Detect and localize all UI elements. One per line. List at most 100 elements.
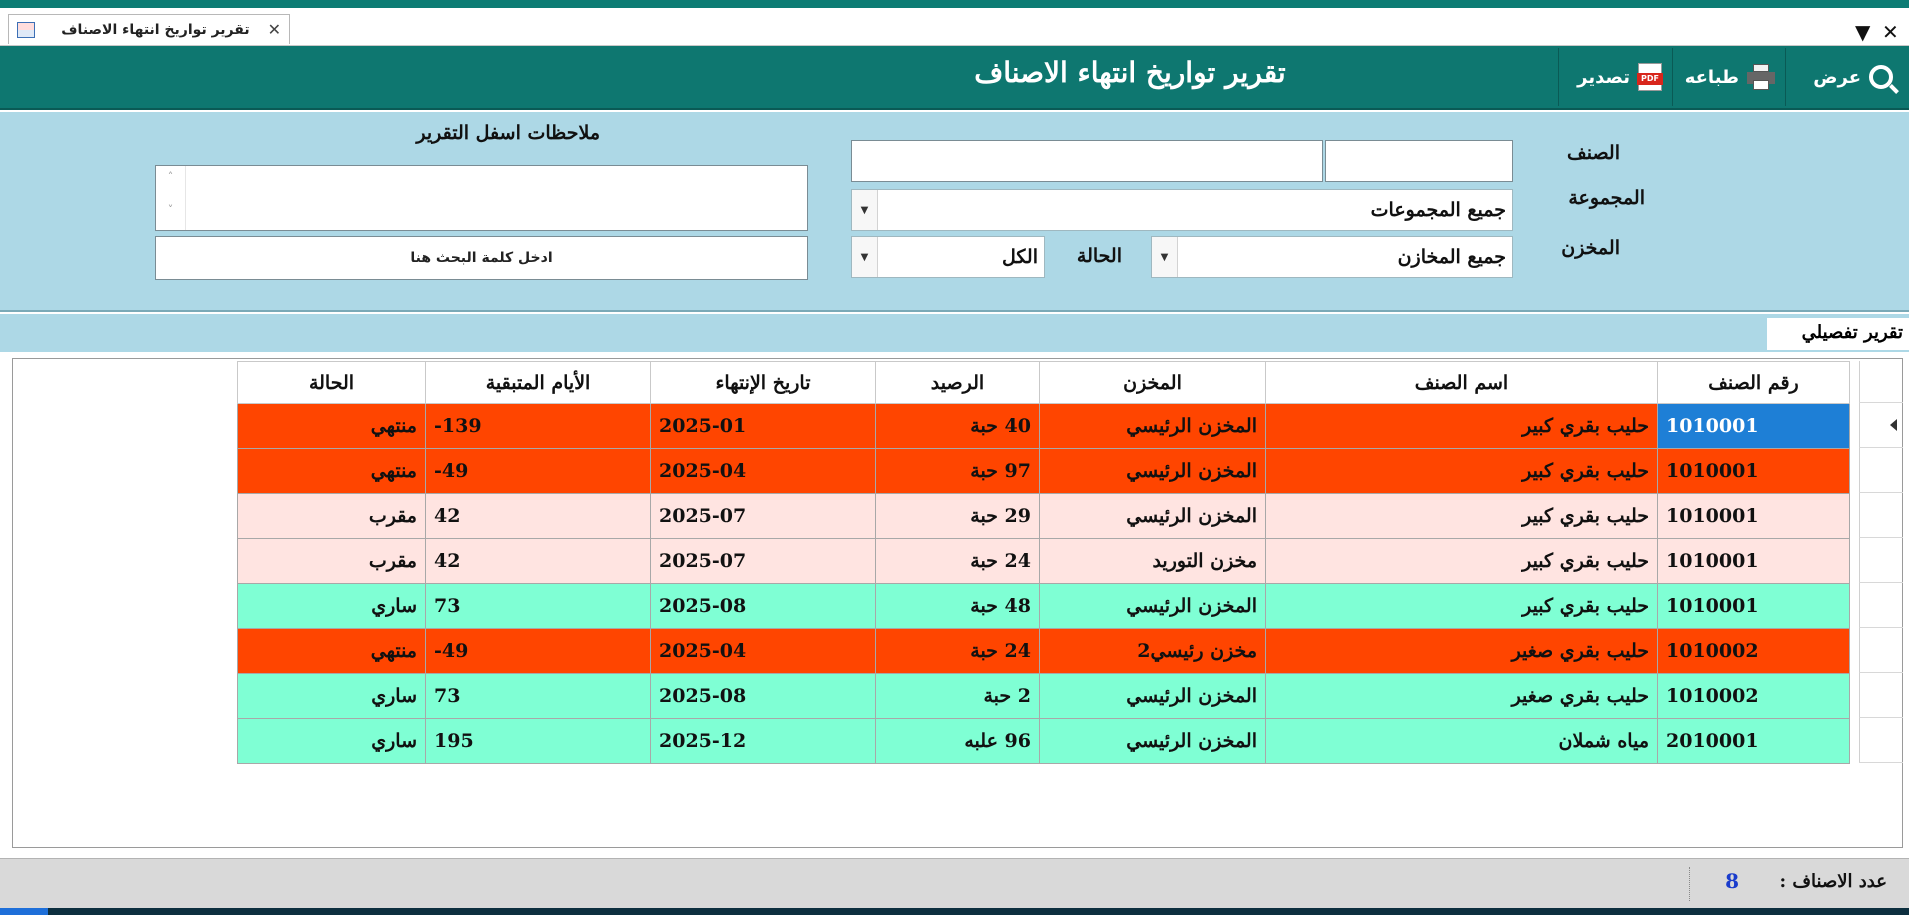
cell-status[interactable]: مقرب	[237, 538, 426, 584]
cell-store[interactable]: المخزن الرئيسي	[1039, 448, 1266, 494]
cell-store[interactable]: مخزن رئيسي2	[1039, 628, 1266, 674]
cell-store[interactable]: المخزن الرئيسي	[1039, 583, 1266, 629]
group-select[interactable]: ▼ جميع المجموعات	[851, 189, 1513, 231]
cell-status[interactable]: ساري	[237, 718, 426, 764]
cell-item-code[interactable]: 1010001	[1657, 403, 1850, 449]
cell-balance[interactable]: 48 حبة	[875, 583, 1040, 629]
table-row[interactable]: 1010002 حليب بقري صغير مخزن رئيسي2 24 حبة 20…	[237, 628, 1850, 674]
cell-balance[interactable]: 97 حبة	[875, 448, 1040, 494]
table-row[interactable]: 1010001 حليب بقري كبير المخزن الرئيسي 48 حب…	[237, 583, 1850, 629]
cell-store[interactable]: المخزن الرئيسي	[1039, 403, 1266, 449]
cell-balance[interactable]: 40 حبة	[875, 403, 1040, 449]
cell-expiry-date[interactable]: 2025-08	[650, 583, 876, 629]
row-header[interactable]	[1859, 493, 1903, 538]
cell-remaining-days[interactable]: 195	[425, 718, 651, 764]
cell-remaining-days[interactable]: 73	[425, 583, 651, 629]
row-header[interactable]	[1859, 628, 1903, 673]
view-button-label: عرض	[1813, 66, 1861, 88]
cell-status[interactable]: منتهي	[237, 628, 426, 674]
export-pdf-button[interactable]: PDF تصدير	[1558, 48, 1672, 106]
item-code-input[interactable]	[1325, 140, 1513, 182]
cell-remaining-days[interactable]: 49-	[425, 448, 651, 494]
cell-balance[interactable]: 29 حبة	[875, 493, 1040, 539]
cell-store[interactable]: مخزن التوريد	[1039, 538, 1266, 584]
cell-remaining-days[interactable]: 42	[425, 538, 651, 584]
cell-store[interactable]: المخزن الرئيسي	[1039, 673, 1266, 719]
row-header[interactable]	[1859, 673, 1903, 718]
cell-item-name[interactable]: حليب بقري كبير	[1265, 493, 1658, 539]
chevron-down-icon[interactable]: ▼	[852, 237, 878, 277]
cell-remaining-days[interactable]: 73	[425, 673, 651, 719]
chevron-down-icon[interactable]: ▼	[852, 190, 878, 230]
cell-item-code[interactable]: 1010001	[1657, 583, 1850, 629]
document-tab[interactable]: تقرير تواريخ انتهاء الاصناف ✕	[8, 14, 290, 44]
column-header-store[interactable]: المخزن	[1039, 361, 1266, 404]
cell-item-name[interactable]: حليب بقري كبير	[1265, 403, 1658, 449]
print-button[interactable]: طباعه	[1672, 48, 1785, 106]
cell-expiry-date[interactable]: 2025-04	[650, 448, 876, 494]
report-grid[interactable]: رقم الصنف اسم الصنف المخزن الرصيد تاريخ …	[12, 358, 1903, 848]
column-header-item-name[interactable]: اسم الصنف	[1265, 361, 1658, 404]
table-row[interactable]: 1010001 حليب بقري كبير مخزن التوريد 24 حبة 2…	[237, 538, 1850, 584]
cell-item-code[interactable]: 1010002	[1657, 628, 1850, 674]
row-header[interactable]	[1859, 538, 1903, 583]
cell-item-name[interactable]: حليب بقري كبير	[1265, 538, 1658, 584]
cell-remaining-days[interactable]: 49-	[425, 628, 651, 674]
table-row[interactable]: 1010001 حليب بقري كبير المخزن الرئيسي 40 حب…	[237, 403, 1850, 449]
table-row[interactable]: 2010001 مياه شملان المخزن الرئيسي 96 علبه 20…	[237, 718, 1850, 764]
cell-expiry-date[interactable]: 2025-07	[650, 493, 876, 539]
current-row-arrow-icon	[1890, 419, 1897, 431]
chevron-down-icon[interactable]: ▼	[1152, 237, 1178, 277]
cell-item-code[interactable]: 2010001	[1657, 718, 1850, 764]
cell-item-name[interactable]: حليب بقري صغير	[1265, 628, 1658, 674]
item-name-input[interactable]	[851, 140, 1323, 182]
table-row[interactable]: 1010002 حليب بقري صغير المخزن الرئيسي 2 حبة…	[237, 673, 1850, 719]
cell-expiry-date[interactable]: 2025-12	[650, 718, 876, 764]
column-header-item-code[interactable]: رقم الصنف	[1657, 361, 1850, 404]
search-input[interactable]: ادخل كلمة البحث هنا	[155, 236, 808, 280]
cell-status[interactable]: منتهي	[237, 403, 426, 449]
cell-store[interactable]: المخزن الرئيسي	[1039, 718, 1266, 764]
column-header-expiry-date[interactable]: تاريخ الإنتهاء	[650, 361, 876, 404]
row-header[interactable]	[1859, 448, 1903, 493]
cell-item-name[interactable]: حليب بقري كبير	[1265, 583, 1658, 629]
view-button[interactable]: عرض	[1785, 48, 1903, 106]
close-window-icon[interactable]: ✕	[1882, 20, 1899, 44]
cell-remaining-days[interactable]: 42	[425, 493, 651, 539]
status-select[interactable]: ▼ الكل	[851, 236, 1045, 278]
cell-item-name[interactable]: حليب بقري صغير	[1265, 673, 1658, 719]
notes-textarea[interactable]: ˄ ˅	[155, 165, 808, 231]
cell-status[interactable]: منتهي	[237, 448, 426, 494]
table-row[interactable]: 1010001 حليب بقري كبير المخزن الرئيسي 29 حب…	[237, 493, 1850, 539]
cell-status[interactable]: مقرب	[237, 493, 426, 539]
table-row[interactable]: 1010001 حليب بقري كبير المخزن الرئيسي 97 حب…	[237, 448, 1850, 494]
tab-list-dropdown-icon[interactable]: ▼	[1855, 20, 1870, 44]
cell-balance[interactable]: 24 حبة	[875, 538, 1040, 584]
cell-balance[interactable]: 96 علبه	[875, 718, 1040, 764]
column-header-balance[interactable]: الرصيد	[875, 361, 1040, 404]
store-select[interactable]: ▼ جميع المخازن	[1151, 236, 1513, 278]
cell-balance[interactable]: 24 حبة	[875, 628, 1040, 674]
cell-expiry-date[interactable]: 2025-04	[650, 628, 876, 674]
cell-item-code[interactable]: 1010001	[1657, 448, 1850, 494]
cell-item-code[interactable]: 1010001	[1657, 493, 1850, 539]
cell-item-code[interactable]: 1010001	[1657, 538, 1850, 584]
cell-store[interactable]: المخزن الرئيسي	[1039, 493, 1266, 539]
cell-status[interactable]: ساري	[237, 583, 426, 629]
cell-balance[interactable]: 2 حبة	[875, 673, 1040, 719]
cell-item-name[interactable]: حليب بقري كبير	[1265, 448, 1658, 494]
cell-expiry-date[interactable]: 2025-01	[650, 403, 876, 449]
column-header-remaining-days[interactable]: الأيام المتبقية	[425, 361, 651, 404]
cell-expiry-date[interactable]: 2025-08	[650, 673, 876, 719]
row-header[interactable]	[1859, 583, 1903, 628]
cell-status[interactable]: ساري	[237, 673, 426, 719]
cell-item-name[interactable]: مياه شملان	[1265, 718, 1658, 764]
column-header-status[interactable]: الحالة	[237, 361, 426, 404]
row-header[interactable]	[1859, 403, 1903, 448]
cell-item-code[interactable]: 1010002	[1657, 673, 1850, 719]
notes-scrollbar[interactable]: ˄ ˅	[156, 166, 186, 230]
cell-remaining-days[interactable]: 139-	[425, 403, 651, 449]
row-header[interactable]	[1859, 718, 1903, 763]
close-tab-icon[interactable]: ✕	[268, 20, 281, 39]
cell-expiry-date[interactable]: 2025-07	[650, 538, 876, 584]
